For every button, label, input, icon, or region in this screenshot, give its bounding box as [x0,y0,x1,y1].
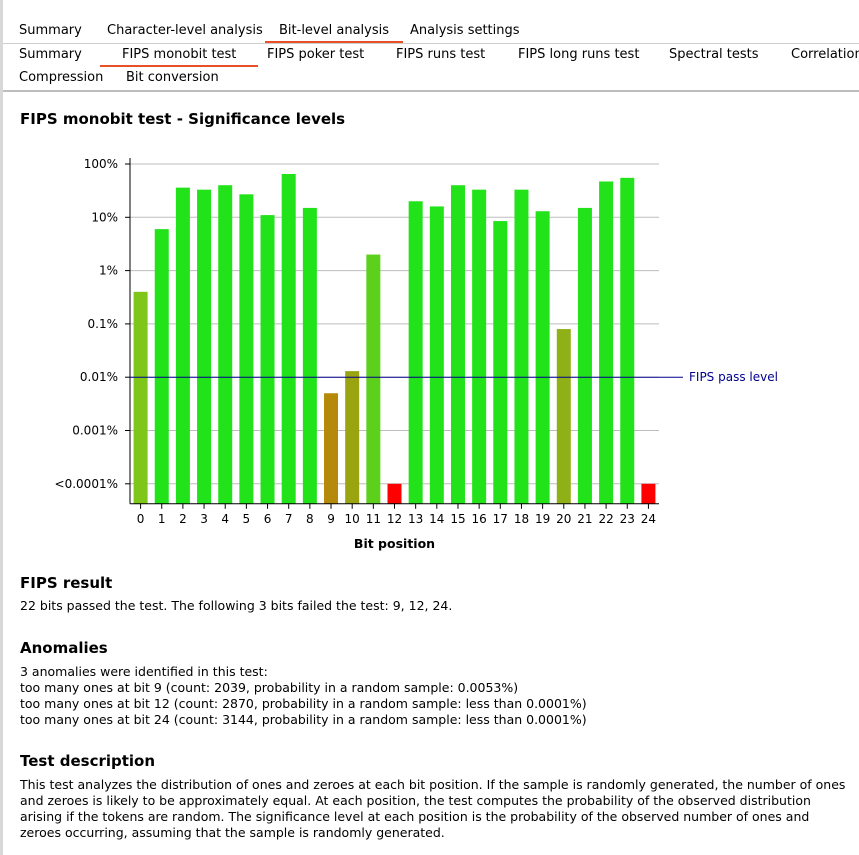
x-tick-label: 10 [345,512,360,526]
section-title: FIPS monobit test - Significance levels [20,110,346,128]
chart-bar [408,201,423,504]
subtab-bit-conversion[interactable]: Bit conversion [126,68,219,88]
chart-bar [133,291,148,504]
chart-bar [387,483,402,504]
x-tick-label: 3 [200,512,208,526]
subtab-correlation[interactable]: Correlation [791,45,859,65]
anomalies-heading: Anomalies [20,639,108,657]
x-tick-label: 2 [179,512,187,526]
x-tick-label: 8 [306,512,314,526]
chart-bar [493,221,508,504]
x-tick-label: 9 [327,512,335,526]
x-tick-label: 23 [620,512,635,526]
significance-chart: 100%10%1%0.1%0.01%0.001%<0.0001%0 1 2 3 4 5 6 7… [55,157,778,551]
report-panel: FIPS monobit test - Significance levels … [3,92,859,855]
x-tick-label: 12 [387,512,402,526]
subtab-summary[interactable]: Summary [19,45,82,65]
x-tick-label: 20 [556,512,571,526]
subtab-compression[interactable]: Compression [19,68,103,88]
x-tick-label: 19 [535,512,550,526]
x-tick-label: 15 [450,512,465,526]
chart-bar [324,393,339,504]
chart-bar [218,185,233,504]
x-tick-label: 7 [285,512,293,526]
chart-bar [154,229,169,504]
x-tick-label: 13 [408,512,423,526]
y-tick-label: 1% [99,264,118,278]
x-tick-label: 21 [577,512,592,526]
subtab-fips-monobit-test[interactable]: FIPS monobit test [100,45,259,67]
x-tick-label: 16 [471,512,486,526]
chart-bar [641,483,656,504]
x-tick-label: 1 [158,512,166,526]
x-tick-label: 17 [493,512,508,526]
chart-bar [175,187,190,504]
chart-bar [239,194,254,504]
subtab-fips-long-runs-test[interactable]: FIPS long runs test [518,45,639,65]
chart-bar [197,189,212,504]
x-tick-label: 4 [221,512,229,526]
y-tick-label: 0.01% [80,370,118,384]
test-description-text: This test analyzes the distribution of o… [20,777,846,840]
chart-bar [472,189,487,504]
tab-analysis-settings[interactable]: Analysis settings [410,21,520,41]
subtab-fips-poker-test[interactable]: FIPS poker test [267,45,364,65]
anomaly-line: 3 anomalies were identified in this test… [20,664,268,679]
fips-result-text: 22 bits passed the test. The following 3… [20,598,453,613]
chart-bar [535,211,550,504]
tab-character-level-analysis[interactable]: Character-level analysis [107,21,263,41]
y-tick-label: <0.0001% [55,477,118,491]
y-tick-label: 10% [91,210,118,224]
test-description-heading: Test description [20,752,156,770]
chart-bar [556,329,571,504]
chart-bar [366,254,381,504]
subtab-spectral-tests[interactable]: Spectral tests [669,45,759,65]
chart-bar [577,207,592,504]
x-tick-label: 6 [264,512,272,526]
anomalies-list: 3 anomalies were identified in this test… [20,664,850,728]
x-tick-label: 24 [641,512,656,526]
chart-bar [281,173,296,504]
chart-bar [450,185,465,504]
fips-result-heading: FIPS result [20,574,113,592]
y-tick-label: 0.1% [88,317,119,331]
x-tick-label: 11 [366,512,381,526]
anomaly-line: too many ones at bit 12 (count: 2870, pr… [20,696,587,711]
tab-summary[interactable]: Summary [19,21,82,41]
chart-bar [429,206,444,504]
tab-bit-level-analysis[interactable]: Bit-level analysis [265,21,403,43]
x-tick-label: 0 [137,512,145,526]
chart-bar [302,207,317,504]
x-axis-label: Bit position [354,536,435,551]
x-tick-label: 5 [243,512,251,526]
y-tick-label: 0.001% [72,424,118,438]
anomaly-line: too many ones at bit 9 (count: 2039, pro… [20,680,519,695]
sub-tab-bar: Summary FIPS monobit test FIPS poker tes… [3,44,859,92]
subtab-fips-runs-test[interactable]: FIPS runs test [396,45,485,65]
chart-bar [514,189,529,504]
fips-pass-label: FIPS pass level [689,370,778,384]
x-tick-label: 18 [514,512,529,526]
chart-bar [599,181,614,504]
anomaly-line: too many ones at bit 24 (count: 3144, pr… [20,712,587,727]
chart-bar [260,215,275,504]
chart-bar [345,371,360,504]
chart-bar [620,177,635,504]
x-tick-label: 22 [598,512,613,526]
x-tick-label: 14 [429,512,444,526]
y-tick-label: 100% [84,157,118,171]
main-tab-bar: Summary Character-level analysis Bit-lev… [3,0,859,44]
